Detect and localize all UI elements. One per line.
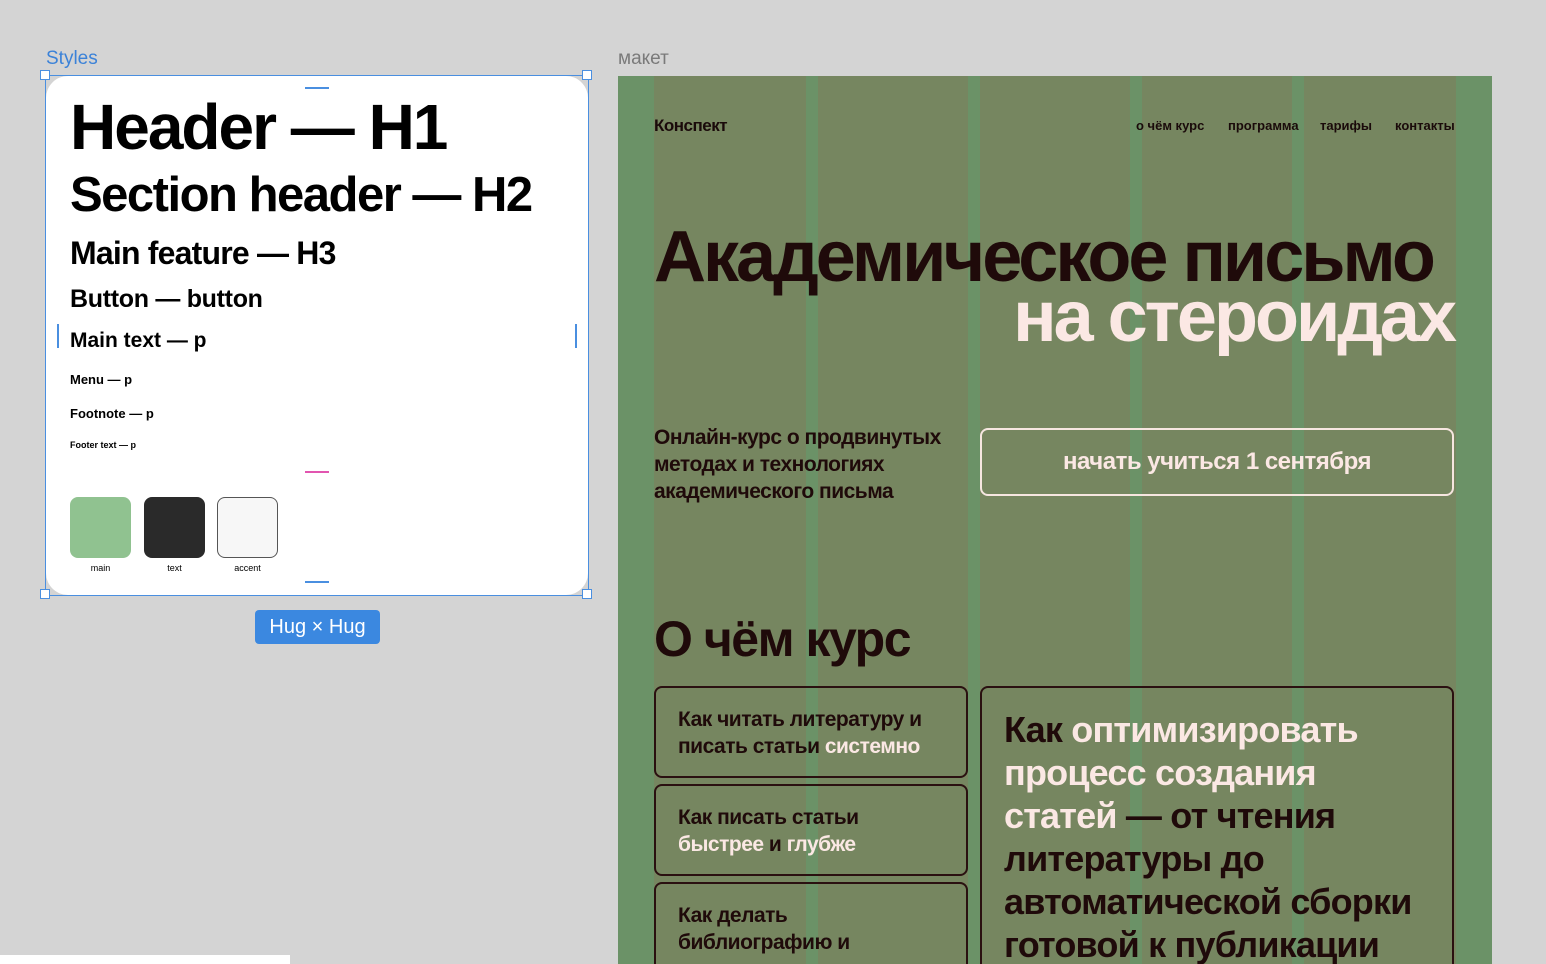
resize-handle-top-right[interactable] [582, 70, 592, 80]
cta-button[interactable]: начать учиться 1 сентября [980, 428, 1454, 496]
style-h2-sample: Section header — H2 [70, 168, 533, 222]
nav-link-pricing[interactable]: тарифы [1320, 118, 1372, 133]
maket-logo[interactable]: Конспект [654, 116, 728, 136]
swatch-label-accent: accent [234, 563, 261, 573]
style-main-text-sample: Main text — p [70, 329, 207, 352]
color-swatch-text[interactable] [144, 497, 205, 558]
style-footer-text-sample: Footer text — p [70, 440, 137, 450]
nav-link-about[interactable]: о чём курс [1136, 118, 1204, 133]
style-button-sample: Button — button [70, 285, 263, 313]
size-badge[interactable]: Hug × Hug [255, 610, 380, 644]
styles-frame-label[interactable]: Styles [46, 48, 98, 70]
color-swatch-main[interactable] [70, 497, 131, 558]
grid-margin-right [1456, 76, 1492, 964]
resize-handle-bottom-left[interactable] [40, 589, 50, 599]
swatch-label-text: text [167, 563, 182, 573]
style-h1-sample: Header — H1 [70, 91, 448, 163]
style-footnote-sample: Footnote — p [70, 406, 154, 421]
style-h3-sample: Main feature — H3 [70, 235, 336, 271]
hero-subtitle: Онлайн-курс о продвинутых методах и техн… [654, 426, 941, 503]
padding-indicator-right [575, 324, 577, 348]
main-feature-card: Как оптимизировать процесс создания стат… [980, 686, 1454, 964]
hero-title-line2: на стероидах [1013, 277, 1457, 357]
color-swatch-accent[interactable] [217, 497, 278, 558]
maket-frame-label[interactable]: макет [618, 48, 669, 70]
grid-margin-left [618, 76, 654, 964]
padding-indicator-left [57, 324, 59, 348]
nav-link-program[interactable]: программа [1228, 118, 1299, 133]
style-menu-sample: Menu — p [70, 372, 133, 387]
gap-indicator [305, 471, 329, 473]
feature-card: Как делать библиографию и [654, 882, 968, 964]
feature-card: Как писать статьи быстрее и глубже [654, 784, 968, 876]
feature-card: Как читать литературу и писать статьи си… [654, 686, 968, 778]
resize-handle-top-left[interactable] [40, 70, 50, 80]
padding-indicator-top [305, 87, 329, 89]
panel-edge [0, 955, 290, 964]
swatch-label-main: main [90, 563, 111, 573]
nav-link-contacts[interactable]: контакты [1395, 118, 1455, 133]
grid-column [968, 76, 980, 964]
resize-handle-bottom-right[interactable] [582, 589, 592, 599]
maket-frame[interactable]: Конспект о чём курс программа тарифы кон… [618, 76, 1492, 964]
padding-indicator-bottom [305, 581, 329, 583]
section-title: О чём курс [654, 611, 912, 667]
